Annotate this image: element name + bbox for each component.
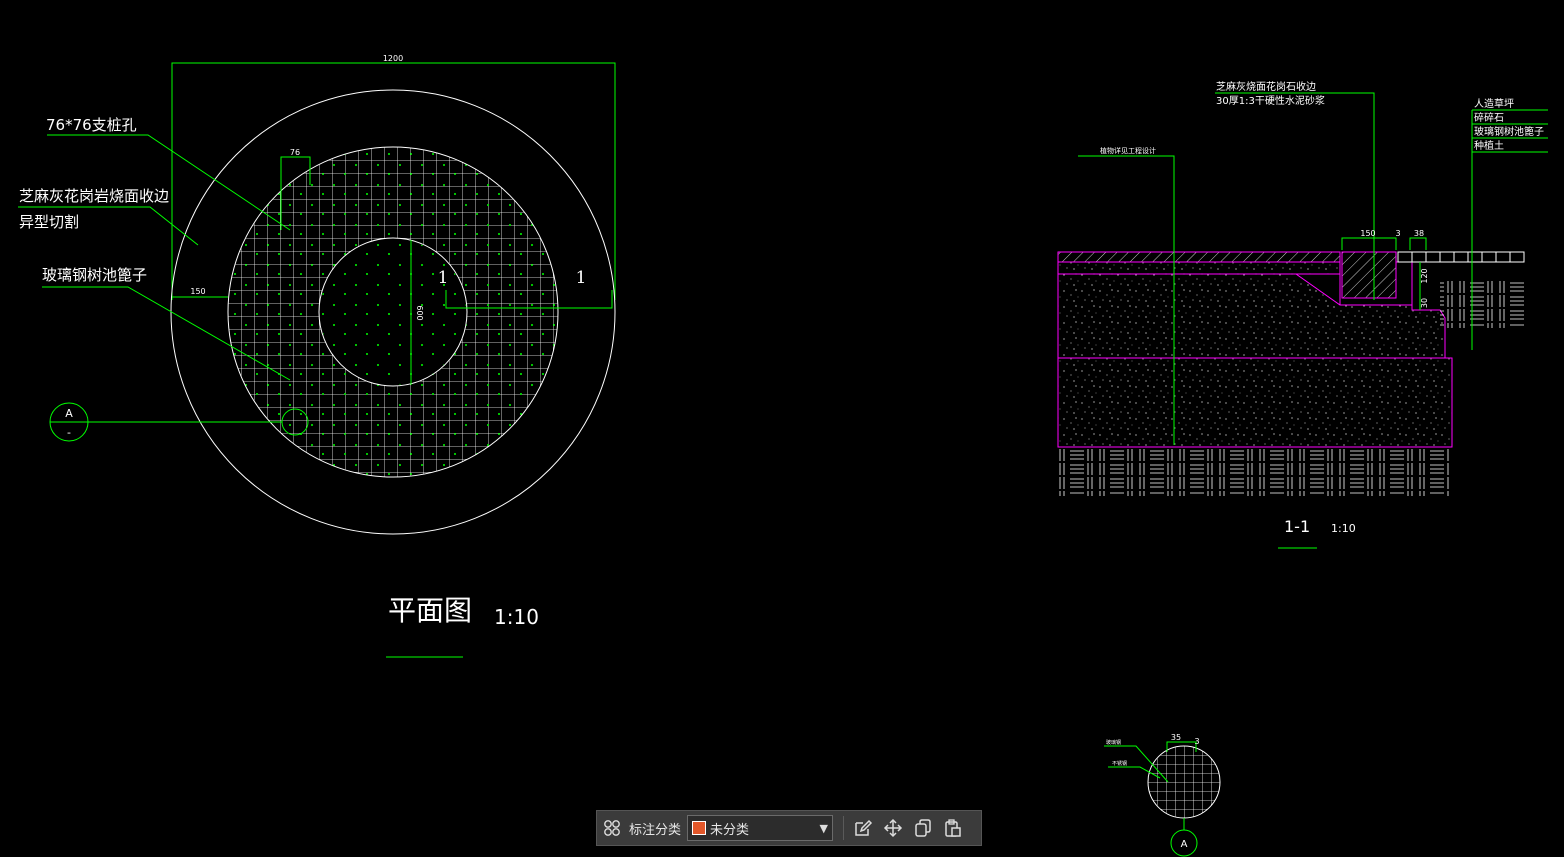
section-base-layer-2 [1057, 357, 1453, 448]
section-surface-hatch [1057, 251, 1341, 263]
annotation-toolbar: 标注分类 未分类 ▼ [596, 810, 982, 846]
plan-dim-600: 600 [415, 305, 424, 320]
annotation-category-label: 标注分类 [629, 822, 682, 838]
plan-detail-mark: A [65, 407, 73, 420]
plan-dim-150: 150 [190, 287, 205, 296]
label-grate: 玻璃钢树池篦子 [42, 266, 147, 284]
copy-icon [915, 819, 931, 837]
detail-dim-3: 3 [1194, 737, 1199, 746]
section-label-right-3: 玻璃钢树池篦子 [1474, 125, 1544, 138]
section-mortar-layer [1057, 261, 1341, 275]
plan-title: 平面图 [388, 594, 472, 627]
section-label-right-2: 碎碎石 [1474, 111, 1504, 124]
paste-icon [945, 819, 961, 837]
move-button[interactable] [878, 813, 908, 843]
section-dim-150-line [1341, 237, 1397, 250]
label-pile-hole: 76*76支桩孔 [46, 116, 137, 134]
section-dim-3: 3 [1395, 229, 1400, 238]
category-dropdown[interactable]: 未分类 ▼ [687, 815, 834, 841]
detail-label-2: 不锈钢 [1112, 760, 1127, 767]
plan-inner-dots [320, 239, 466, 385]
plan-scale: 1:10 [494, 605, 539, 629]
section-label-tree: 植物详见工程设计 [1100, 146, 1156, 155]
section-label-stone-1: 芝麻灰烧面花岗石收边 [1216, 80, 1316, 93]
move-icon [883, 818, 903, 838]
section-dim-38-line [1409, 237, 1427, 250]
section-label-right-1: 人造草坪 [1474, 97, 1514, 110]
toolbar-divider [843, 816, 845, 840]
edit-icon [855, 819, 873, 836]
section-label-stone-2: 30厚1:3干硬性水泥砂浆 [1216, 94, 1325, 107]
edit-button[interactable] [848, 813, 878, 843]
grid-menu-button[interactable] [597, 813, 627, 843]
detail-view: 35 3 玻璃钢 不锈钢 A [1104, 733, 1221, 857]
leader-pile-hole [47, 134, 291, 231]
section-view: 芝麻灰烧面花岗石收边 30厚1:3干硬性水泥砂浆 植物详见工程设计 人造草坪 碎… [1057, 80, 1548, 549]
grid-icon [604, 820, 620, 836]
section-title: 1-1 [1284, 517, 1310, 536]
section-dim-150: 150 [1360, 229, 1375, 238]
section-dim-30: 30 [1420, 298, 1429, 308]
section-dim-120: 120 [1420, 268, 1429, 283]
label-stone-edge-1: 芝麻灰花岗岩烧面收边 [19, 187, 169, 205]
detail-mark: A [1181, 839, 1188, 850]
category-color-swatch [692, 821, 707, 835]
plan-view: 1200 600 76 150 1 1 76*76支桩孔 芝麻灰花岗岩烧面收边 … [18, 54, 616, 658]
section-dim-38: 38 [1414, 229, 1424, 238]
detail-label-1: 玻璃钢 [1106, 739, 1121, 746]
paste-button[interactable] [938, 813, 968, 843]
section-right-soil [1440, 280, 1524, 328]
section-subsoil [1058, 448, 1450, 496]
detail-dim-35: 35 [1171, 733, 1181, 742]
plan-dim-76: 76 [290, 148, 300, 157]
cad-drawing-canvas[interactable]: 1200 600 76 150 1 1 76*76支桩孔 芝麻灰花岗岩烧面收边 … [0, 0, 1564, 857]
plan-section-mark-left: 1 [438, 268, 449, 288]
section-label-right-4: 种植土 [1474, 139, 1504, 152]
label-stone-edge-2: 异型切割 [19, 213, 79, 231]
section-stone-curb [1341, 251, 1397, 299]
section-grate [1397, 251, 1525, 263]
plan-detail-sub: - [67, 426, 71, 439]
chevron-down-icon: ▼ [819, 821, 829, 835]
category-value: 未分类 [710, 822, 750, 838]
section-scale: 1:10 [1331, 522, 1356, 535]
plan-section-mark-right: 1 [576, 268, 587, 288]
copy-button[interactable] [908, 813, 938, 843]
plan-dim-1200: 1200 [383, 54, 403, 63]
